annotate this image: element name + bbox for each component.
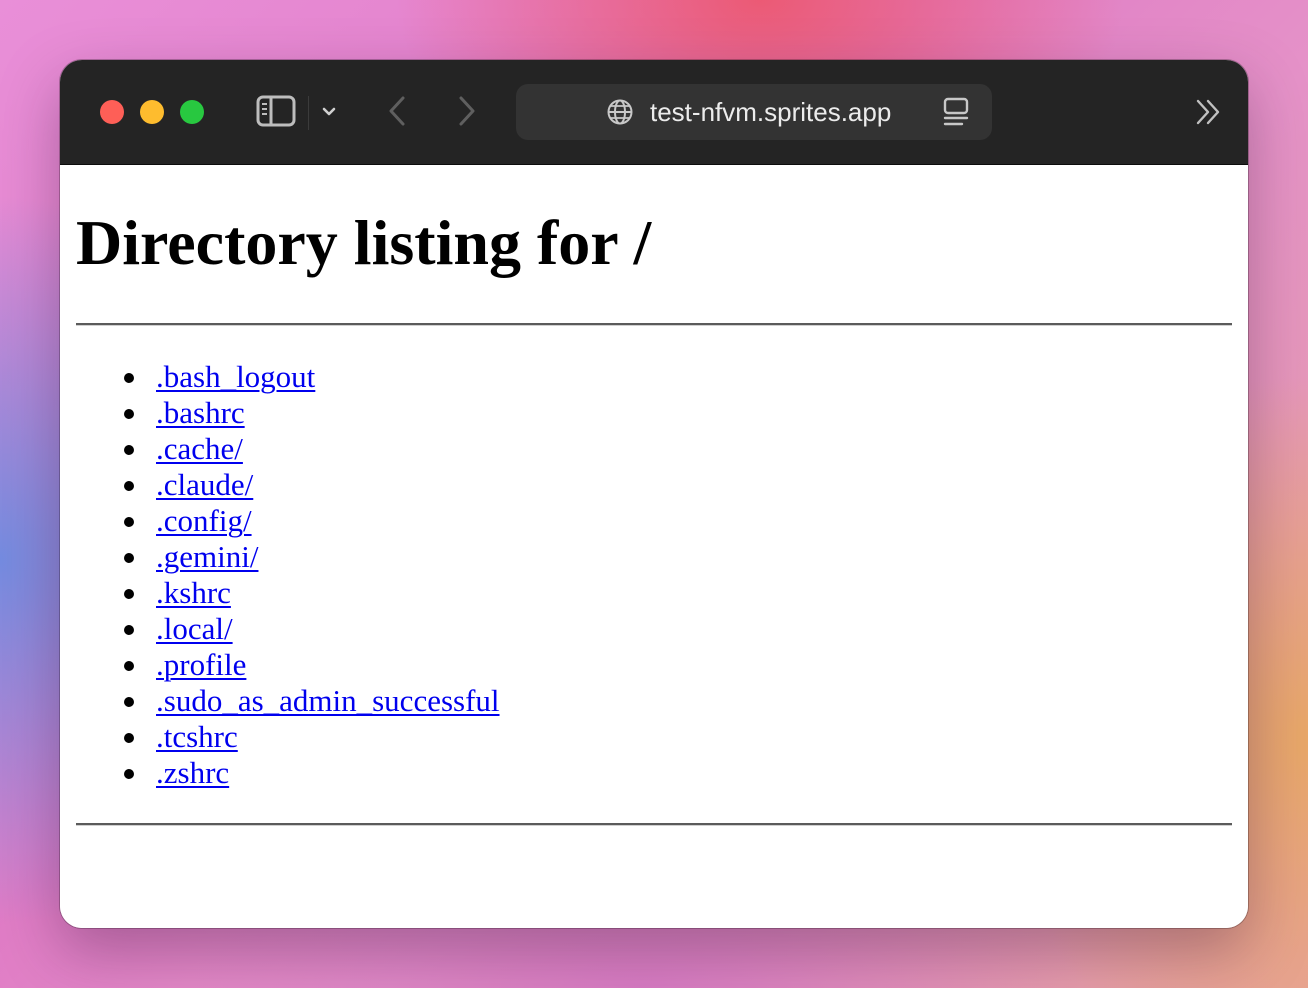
bullet-icon xyxy=(124,661,134,671)
page-title: Directory listing for / xyxy=(76,207,652,278)
chevron-down-icon[interactable] xyxy=(318,98,340,126)
list-item: .sudo_as_admin_successful xyxy=(60,683,500,719)
file-link[interactable]: .bash_logout xyxy=(156,359,315,394)
list-item: .local/ xyxy=(60,611,500,647)
file-link[interactable]: .local/ xyxy=(156,611,233,646)
list-item: .tcshrc xyxy=(60,719,500,755)
file-link[interactable]: .tcshrc xyxy=(156,719,238,754)
bullet-icon xyxy=(124,697,134,707)
bullet-icon xyxy=(124,733,134,743)
list-item: .zshrc xyxy=(60,755,500,791)
horizontal-rule-top xyxy=(76,323,1232,326)
bullet-icon xyxy=(124,553,134,563)
list-item: .gemini/ xyxy=(60,539,500,575)
list-item: .config/ xyxy=(60,503,500,539)
bullet-icon xyxy=(124,481,134,491)
file-link[interactable]: .profile xyxy=(156,647,246,682)
minimize-window-button[interactable] xyxy=(140,100,164,124)
file-link[interactable]: .cache/ xyxy=(156,431,243,466)
list-item: .cache/ xyxy=(60,431,500,467)
chevron-left-icon[interactable] xyxy=(382,94,412,128)
url-text[interactable]: test-nfvm.sprites.app xyxy=(650,97,891,127)
bullet-icon xyxy=(124,517,134,527)
file-link[interactable]: .gemini/ xyxy=(156,539,258,574)
chevron-right-icon[interactable] xyxy=(452,94,482,128)
bullet-icon xyxy=(124,625,134,635)
bullet-icon xyxy=(124,409,134,419)
horizontal-rule-bottom xyxy=(76,823,1232,826)
double-chevron-right-icon[interactable] xyxy=(1190,96,1226,128)
sidebar-icon[interactable] xyxy=(254,94,298,128)
file-link[interactable]: .kshrc xyxy=(156,575,231,610)
toolbar-divider xyxy=(308,96,309,130)
globe-icon xyxy=(606,98,634,126)
list-item: .bash_logout xyxy=(60,359,500,395)
zoom-window-button[interactable] xyxy=(180,100,204,124)
browser-toolbar: test-nfvm.sprites.app xyxy=(60,60,1248,165)
bullet-icon xyxy=(124,445,134,455)
page-content: Directory listing for / .bash_logout .bas… xyxy=(60,165,1248,928)
file-link[interactable]: .sudo_as_admin_successful xyxy=(156,683,500,718)
browser-window: test-nfvm.sprites.app Directory listing … xyxy=(60,60,1248,928)
file-link[interactable]: .zshrc xyxy=(156,755,229,790)
list-item: .profile xyxy=(60,647,500,683)
bullet-icon xyxy=(124,373,134,383)
list-item: .kshrc xyxy=(60,575,500,611)
bullet-icon xyxy=(124,589,134,599)
close-window-button[interactable] xyxy=(100,100,124,124)
file-link[interactable]: .config/ xyxy=(156,503,252,538)
file-link[interactable]: .claude/ xyxy=(156,467,253,502)
bullet-icon xyxy=(124,769,134,779)
file-link[interactable]: .bashrc xyxy=(156,395,245,430)
reader-mode-icon[interactable] xyxy=(942,97,970,127)
file-list: .bash_logout .bashrc .cache/.claude/.confi… xyxy=(60,359,500,791)
list-item: .claude/ xyxy=(60,467,500,503)
address-bar[interactable]: test-nfvm.sprites.app xyxy=(516,84,992,140)
list-item: .bashrc xyxy=(60,395,500,431)
